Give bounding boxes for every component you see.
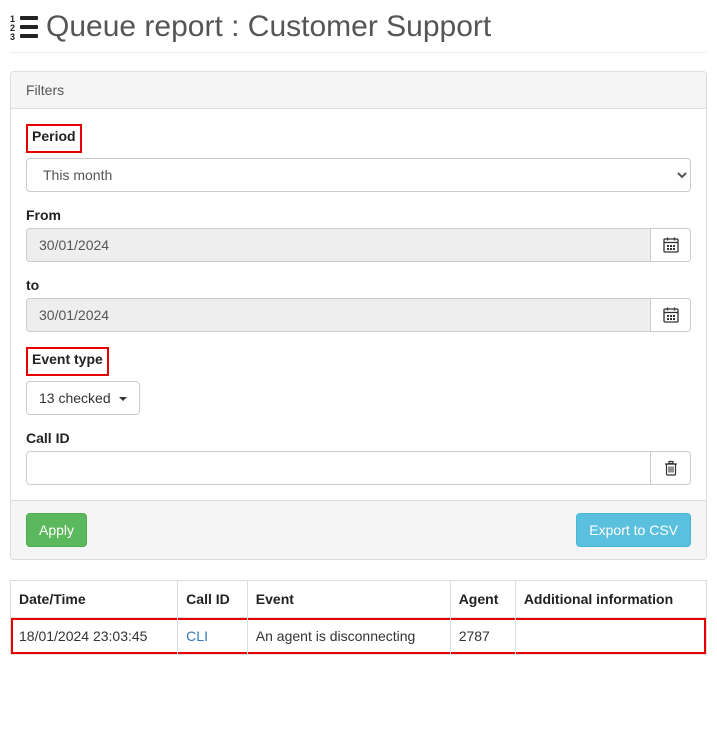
- filters-panel: Filters Period This month From to: [10, 71, 707, 560]
- event-type-label: Event type: [32, 351, 103, 367]
- to-group: to: [26, 277, 691, 332]
- apply-button[interactable]: Apply: [26, 513, 87, 547]
- col-agent: Agent: [450, 581, 515, 618]
- event-type-dropdown[interactable]: 13 checked: [26, 381, 140, 415]
- from-input[interactable]: [26, 228, 651, 262]
- event-type-group: Event type 13 checked: [26, 347, 691, 415]
- filters-heading: Filters: [11, 72, 706, 109]
- call-id-group: Call ID: [26, 430, 691, 485]
- to-input[interactable]: [26, 298, 651, 332]
- period-group: Period This month: [26, 124, 691, 192]
- calendar-icon: [663, 237, 679, 253]
- export-csv-button[interactable]: Export to CSV: [576, 513, 691, 547]
- from-group: From: [26, 207, 691, 262]
- call-id-input[interactable]: [26, 451, 651, 485]
- cell-agent: 2787: [450, 618, 515, 655]
- to-label: to: [26, 277, 39, 293]
- from-calendar-button[interactable]: [651, 228, 691, 262]
- call-id-clear-button[interactable]: [651, 451, 691, 485]
- col-call-id: Call ID: [178, 581, 248, 618]
- cell-datetime: 18/01/2024 23:03:45: [11, 618, 178, 655]
- col-additional: Additional information: [515, 581, 706, 618]
- col-datetime: Date/Time: [11, 581, 178, 618]
- calendar-icon: [663, 307, 679, 323]
- period-select[interactable]: This month: [26, 158, 691, 192]
- trash-icon: [664, 460, 678, 476]
- page-title: 1 2 3 Queue report : Customer Support: [10, 10, 707, 53]
- call-id-link[interactable]: CLI: [186, 628, 208, 644]
- cell-call-id: CLI: [178, 618, 248, 655]
- table-header-row: Date/Time Call ID Event Agent Additional…: [11, 581, 707, 618]
- chevron-down-icon: [119, 397, 127, 401]
- event-type-button-text: 13 checked: [39, 390, 115, 406]
- title-queue: Customer Support: [248, 10, 491, 43]
- numbered-list-icon: 1 2 3: [10, 15, 38, 39]
- cell-event: An agent is disconnecting: [247, 618, 450, 655]
- table-row: 18/01/2024 23:03:45 CLI An agent is disc…: [11, 618, 707, 655]
- col-event: Event: [247, 581, 450, 618]
- results-table: Date/Time Call ID Event Agent Additional…: [10, 580, 707, 655]
- cell-additional: [515, 618, 706, 655]
- period-label: Period: [32, 128, 76, 144]
- call-id-label: Call ID: [26, 430, 70, 446]
- from-label: From: [26, 207, 61, 223]
- title-prefix: Queue report :: [46, 10, 248, 43]
- to-calendar-button[interactable]: [651, 298, 691, 332]
